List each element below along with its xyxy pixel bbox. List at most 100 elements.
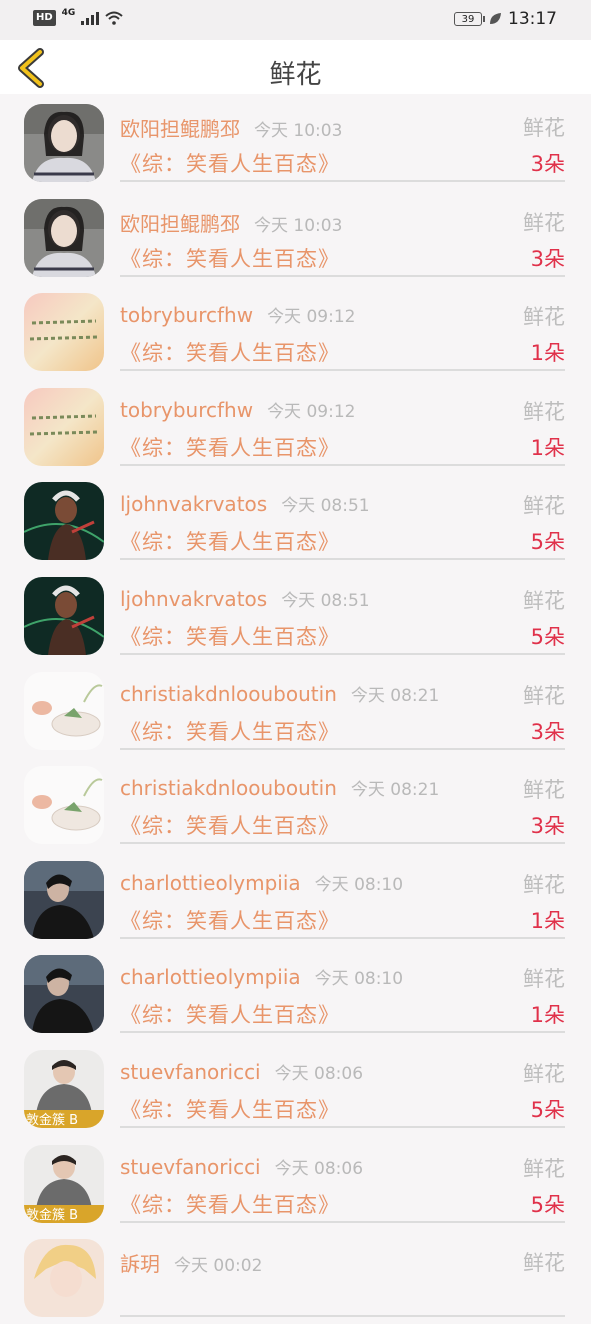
avatar[interactable] xyxy=(24,766,104,845)
book-title[interactable]: 《综：笑看人生百态》 xyxy=(120,337,340,367)
timestamp: 今天 09:12 xyxy=(267,307,356,328)
book-title[interactable]: 《综：笑看人生百态》 xyxy=(120,148,340,178)
user-name-text: christiakdnloouboutin xyxy=(120,681,337,706)
avatar[interactable] xyxy=(24,955,104,1034)
divider xyxy=(120,842,565,845)
gift-type: 鲜花 xyxy=(523,1156,565,1181)
leaf-icon xyxy=(490,13,501,24)
gift-count: 5朵 xyxy=(530,624,565,649)
user-name[interactable]: christiakdnloouboutin 今天 08:21 xyxy=(120,775,439,800)
gift-type: 鲜花 xyxy=(523,305,565,330)
gift-type: 鲜花 xyxy=(523,210,565,235)
timestamp: 今天 08:06 xyxy=(274,1063,364,1084)
timestamp: 今天 08:21 xyxy=(350,685,440,706)
svg-text:敦金簇 B: 敦金簇 B xyxy=(26,1207,78,1223)
avatar[interactable] xyxy=(24,198,104,277)
list-item[interactable]: ljohnvakrvatos 今天 08:51 《综：笑看人生百态》 鲜花 5朵 xyxy=(0,567,591,662)
user-name[interactable]: ljohnvakrvatos 今天 08:51 xyxy=(120,586,370,611)
gift-count: 5朵 xyxy=(530,530,565,555)
user-name[interactable]: ljohnvakrvatos 今天 08:51 xyxy=(120,491,370,516)
battery-icon: 39 xyxy=(454,12,485,26)
user-name-text: tobryburcfhw xyxy=(120,303,254,328)
gift-count: 3朵 xyxy=(530,814,565,839)
status-left: HD 4G xyxy=(33,8,123,26)
book-title[interactable]: 《综：笑看人生百态》 xyxy=(120,810,340,840)
divider xyxy=(120,1315,565,1318)
svg-text:敦金簇 B: 敦金簇 B xyxy=(26,1112,78,1128)
gift-type: 鲜花 xyxy=(523,683,565,708)
user-name[interactable]: stuevfanoricci 今天 08:06 xyxy=(120,1059,363,1084)
avatar[interactable] xyxy=(24,576,104,655)
list-item[interactable]: 敦金簇 B stuevfanoricci 今天 08:06 《综：笑看人生百态》 鲜花 5… xyxy=(0,1040,591,1135)
signal-icon xyxy=(81,11,100,25)
avatar[interactable]: 敦金簇 B xyxy=(24,1049,104,1128)
divider xyxy=(120,936,565,939)
user-name-text: ljohnvakrvatos xyxy=(120,492,268,517)
avatar[interactable] xyxy=(24,1239,104,1318)
list-item[interactable]: christiakdnloouboutin 今天 08:21 《综：笑看人生百态》 鲜… xyxy=(0,662,591,757)
user-name[interactable]: 欧阳担鲲鹏邳 今天 10:03 xyxy=(120,208,342,237)
user-name-text: charlottieolympiia xyxy=(120,870,301,895)
status-bar: HD 4G 39 13:17 xyxy=(0,0,591,40)
avatar[interactable] xyxy=(24,104,104,182)
avatar[interactable] xyxy=(24,860,104,939)
user-name-text: 欧阳担鲲鹏邳 xyxy=(120,211,240,236)
gift-count: 5朵 xyxy=(530,1097,565,1122)
avatar[interactable] xyxy=(24,671,104,750)
gift-type: 鲜花 xyxy=(523,1251,565,1276)
list-item[interactable]: tobryburcfhw 今天 09:12 《综：笑看人生百态》 鲜花 1朵 xyxy=(0,378,591,473)
gift-type: 鲜花 xyxy=(523,494,565,519)
gift-count: 1朵 xyxy=(530,908,565,933)
avatar[interactable] xyxy=(24,387,104,466)
list-item[interactable]: ljohnvakrvatos 今天 08:51 《综：笑看人生百态》 鲜花 5朵 xyxy=(0,472,591,567)
divider xyxy=(120,652,565,655)
user-name-text: stuevfanoricci xyxy=(120,1059,261,1084)
clock: 13:17 xyxy=(508,9,557,29)
gift-type: 鲜花 xyxy=(523,399,565,424)
divider xyxy=(120,274,565,277)
timestamp: 今天 08:10 xyxy=(314,874,404,895)
list-item[interactable]: 訴玥 今天 00:02 鲜花 xyxy=(0,1229,591,1324)
timestamp: 今天 08:06 xyxy=(274,1158,364,1179)
gift-count: 5朵 xyxy=(530,1192,565,1217)
gift-type: 鲜花 xyxy=(523,116,565,140)
book-title[interactable]: 《综：笑看人生百态》 xyxy=(120,999,340,1029)
list-item[interactable]: 欧阳担鲲鹏邳 今天 10:03 《综：笑看人生百态》 鲜花 3朵 xyxy=(0,94,591,189)
list-item[interactable]: charlottieolympiia 今天 08:10 《综：笑看人生百态》 鲜花 1朵 xyxy=(0,945,591,1040)
list-item[interactable]: tobryburcfhw 今天 09:12 《综：笑看人生百态》 鲜花 1朵 xyxy=(0,283,591,378)
timestamp: 今天 09:12 xyxy=(267,401,356,422)
timestamp: 今天 00:02 xyxy=(174,1256,263,1277)
timestamp: 今天 08:10 xyxy=(314,969,404,990)
wifi-icon xyxy=(105,11,123,25)
user-name[interactable]: tobryburcfhw 今天 09:12 xyxy=(120,397,355,422)
list-item[interactable]: 欧阳担鲲鹏邳 今天 10:03 《综：笑看人生百态》 鲜花 3朵 xyxy=(0,189,591,284)
user-name[interactable]: charlottieolympiia 今天 08:10 xyxy=(120,964,403,989)
list-item[interactable]: 敦金簇 B stuevfanoricci 今天 08:06 《综：笑看人生百态》 鲜花 5… xyxy=(0,1135,591,1230)
avatar[interactable]: 敦金簇 B xyxy=(24,1144,104,1223)
list-item[interactable]: charlottieolympiia 今天 08:10 《综：笑看人生百态》 鲜花 1朵 xyxy=(0,851,591,946)
book-title[interactable]: 《综：笑看人生百态》 xyxy=(120,905,340,935)
user-name[interactable]: stuevfanoricci 今天 08:06 xyxy=(120,1154,363,1179)
user-name[interactable]: 欧阳担鲲鹏邳 今天 10:03 xyxy=(120,113,342,142)
gift-type: 鲜花 xyxy=(523,588,565,613)
avatar[interactable] xyxy=(24,293,104,372)
gift-count: 3朵 xyxy=(530,152,565,176)
book-title[interactable]: 《综：笑看人生百态》 xyxy=(120,1189,340,1219)
book-title[interactable]: 《综：笑看人生百态》 xyxy=(120,526,340,556)
timestamp: 今天 08:21 xyxy=(350,780,440,801)
user-name[interactable]: christiakdnloouboutin 今天 08:21 xyxy=(120,681,439,706)
user-name[interactable]: 訴玥 今天 00:02 xyxy=(120,1248,262,1277)
book-title[interactable]: 《综：笑看人生百态》 xyxy=(120,432,340,462)
book-title[interactable]: 《综：笑看人生百态》 xyxy=(120,621,340,651)
gift-count: 3朵 xyxy=(530,719,565,744)
user-name[interactable]: tobryburcfhw 今天 09:12 xyxy=(120,302,355,327)
user-name[interactable]: charlottieolympiia 今天 08:10 xyxy=(120,870,403,895)
book-title[interactable]: 《综：笑看人生百态》 xyxy=(120,716,340,746)
book-title[interactable]: 《综：笑看人生百态》 xyxy=(120,1094,340,1124)
timestamp: 今天 08:51 xyxy=(281,496,370,517)
avatar[interactable] xyxy=(24,482,104,561)
gift-count: 3朵 xyxy=(530,246,565,271)
list-item[interactable]: christiakdnloouboutin 今天 08:21 《综：笑看人生百态》 鲜… xyxy=(0,756,591,851)
timestamp: 今天 10:03 xyxy=(254,121,343,141)
book-title[interactable]: 《综：笑看人生百态》 xyxy=(120,243,340,273)
